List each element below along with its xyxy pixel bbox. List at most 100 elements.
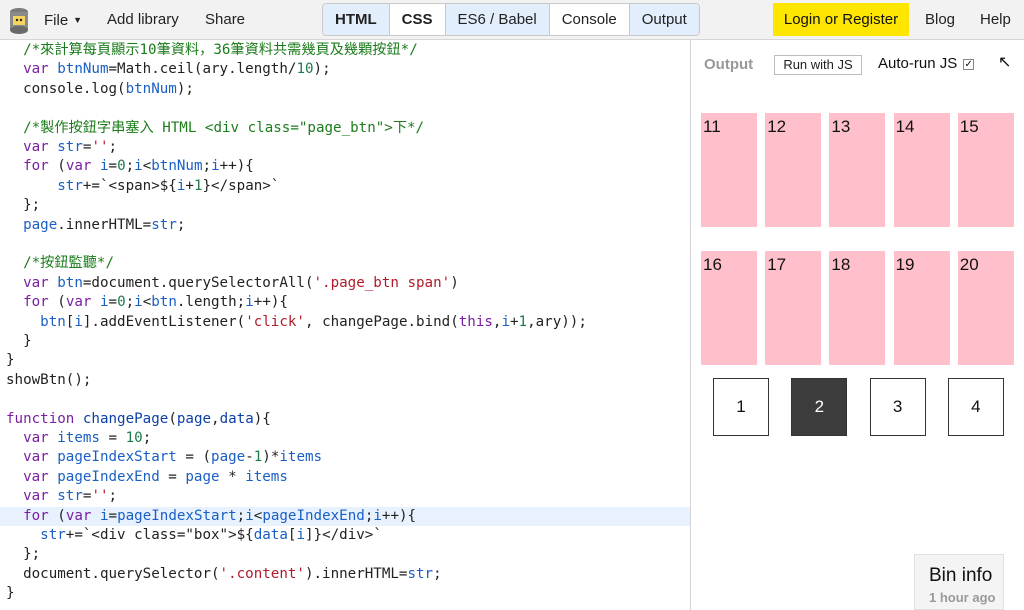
code-token: function xyxy=(6,410,75,427)
code-token: ; xyxy=(125,158,135,175)
code-token: ; xyxy=(202,158,212,175)
share-button[interactable]: Share xyxy=(205,0,245,40)
content-box: 14 xyxy=(893,113,950,227)
run-with-js-button[interactable]: Run with JS xyxy=(774,55,862,75)
code-token: var xyxy=(23,274,49,291)
code-token: btn xyxy=(40,313,66,330)
page-button[interactable]: 1 xyxy=(713,378,769,436)
code-line[interactable]: for (var i=0;i<btn.length;i++){ xyxy=(0,293,690,312)
code-token: = xyxy=(99,430,126,446)
code-token: i xyxy=(99,507,109,524)
code-line[interactable]: function changePage(page,data){ xyxy=(0,410,690,429)
code-token: pageIndexEnd xyxy=(262,507,365,524)
code-token: /*按鈕監聽*/ xyxy=(6,255,114,272)
code-line[interactable] xyxy=(0,99,690,118)
bin-info-panel[interactable]: Bin info 1 hour ago xyxy=(914,554,1004,610)
code-token: ; xyxy=(236,507,246,524)
code-line[interactable]: }; xyxy=(0,196,690,215)
add-library-button[interactable]: Add library xyxy=(107,0,179,40)
code-token: , xyxy=(211,410,220,427)
code-token: 1 xyxy=(518,313,528,330)
code-line[interactable]: var btn=document.querySelectorAll('.page… xyxy=(0,274,690,293)
tab-css[interactable]: CSS xyxy=(390,4,446,35)
code-token: /*來計算每頁顯示10筆資料，36筆資料共需幾頁及幾顆按鈕*/ xyxy=(6,42,418,58)
code-token: = xyxy=(108,294,118,311)
bin-info-title: Bin info xyxy=(929,565,993,586)
code-token: }; xyxy=(6,197,41,214)
page-button[interactable]: 4 xyxy=(947,378,1004,436)
auto-run-toggle[interactable]: Auto-run JS ✓ xyxy=(878,55,975,72)
code-token: btnNum xyxy=(125,80,177,97)
code-line[interactable]: var str=''; xyxy=(0,487,690,506)
code-line[interactable]: document.querySelector('.content').inner… xyxy=(0,565,690,584)
code-token: ; xyxy=(433,565,442,582)
code-line[interactable]: } xyxy=(0,332,690,351)
code-token: data xyxy=(219,410,254,427)
tab-html[interactable]: HTML xyxy=(323,4,390,35)
code-token: ( xyxy=(48,294,66,311)
top-bar: File ▼ Add library Share HTML CSS ES6 / B… xyxy=(0,0,1024,40)
code-line[interactable]: page.innerHTML=str; xyxy=(0,216,690,235)
code-token: ){ xyxy=(253,410,271,427)
tab-output[interactable]: Output xyxy=(629,4,699,35)
code-line[interactable]: var items = 10; xyxy=(0,429,690,448)
code-token: i xyxy=(296,527,305,543)
code-token: '.page_btn span' xyxy=(313,274,451,291)
code-line[interactable]: } xyxy=(0,351,690,370)
arrow-up-left-icon[interactable]: ↖ xyxy=(998,52,1011,72)
panel-tabs: HTML CSS ES6 / Babel Console Output xyxy=(322,3,700,36)
code-line[interactable]: var pageIndexStart = (page-1)*items xyxy=(0,448,690,467)
code-line[interactable]: /*按鈕監聽*/ xyxy=(0,254,690,273)
blog-link[interactable]: Blog xyxy=(925,0,955,40)
tab-console[interactable]: Console xyxy=(550,4,630,35)
code-line[interactable]: str+=`<div class="box">${data[i]}</div>` xyxy=(0,526,690,545)
code-line[interactable]: var str=''; xyxy=(0,138,690,157)
code-token: items xyxy=(279,449,323,466)
code-line[interactable]: var btnNum=Math.ceil(ary.length/10); xyxy=(0,60,690,79)
page-button[interactable]: 2 xyxy=(791,378,848,436)
code-token: pageIndexEnd xyxy=(57,468,160,485)
code-line[interactable] xyxy=(0,390,690,409)
code-line[interactable]: }; xyxy=(0,545,690,564)
code-token: = xyxy=(108,158,118,175)
code-line[interactable]: for (var i=0;i<btnNum;i++){ xyxy=(0,157,690,176)
code-token: /*製作按鈕字串塞入 HTML <div class="page_btn">下*… xyxy=(6,119,425,136)
auto-run-checkbox[interactable]: ✓ xyxy=(963,59,975,70)
code-token: this xyxy=(458,313,493,330)
code-line[interactable]: /*來計算每頁顯示10筆資料，36筆資料共需幾頁及幾顆按鈕*/ xyxy=(0,41,690,60)
code-line[interactable]: showBtn(); xyxy=(0,371,690,390)
code-line[interactable]: } xyxy=(0,584,690,603)
code-line[interactable]: console.log(btnNum); xyxy=(0,80,690,99)
login-register-button[interactable]: Login or Register xyxy=(773,3,909,36)
content-box: 12 xyxy=(765,113,822,227)
code-token: ; xyxy=(108,488,118,505)
auto-run-label: Auto-run JS xyxy=(878,55,958,72)
jsbin-logo-icon[interactable] xyxy=(8,6,30,34)
content-box: 18 xyxy=(829,251,886,365)
code-token: ].addEventListener( xyxy=(82,313,246,330)
file-menu[interactable]: File ▼ xyxy=(44,0,82,40)
tab-es6-babel[interactable]: ES6 / Babel xyxy=(445,4,550,35)
page-button[interactable]: 3 xyxy=(869,378,926,436)
code-line[interactable]: /*製作按鈕字串塞入 HTML <div class="page_btn">下*… xyxy=(0,119,690,138)
code-line[interactable] xyxy=(0,235,690,254)
code-token: for xyxy=(23,507,49,524)
help-link[interactable]: Help xyxy=(980,0,1011,40)
js-editor[interactable]: /*來計算每頁顯示10筆資料，36筆資料共需幾頁及幾顆按鈕*/ var btnN… xyxy=(0,40,691,610)
code-line[interactable]: str+=`<span>${i+1}</span>` xyxy=(0,177,690,196)
code-line[interactable]: for (var i=pageIndexStart;i<pageIndexEnd… xyxy=(0,506,690,526)
code-line[interactable]: var pageIndexEnd = page * items xyxy=(0,468,690,487)
code-line[interactable]: btn[i].addEventListener('click', changeP… xyxy=(0,313,690,332)
code-token: showBtn(); xyxy=(6,371,92,388)
code-token: pageIndexStart xyxy=(57,449,177,466)
code-token: str xyxy=(57,177,83,194)
code-token: items xyxy=(57,430,100,446)
content-box: 13 xyxy=(829,113,886,227)
code-token: ); xyxy=(313,61,331,78)
